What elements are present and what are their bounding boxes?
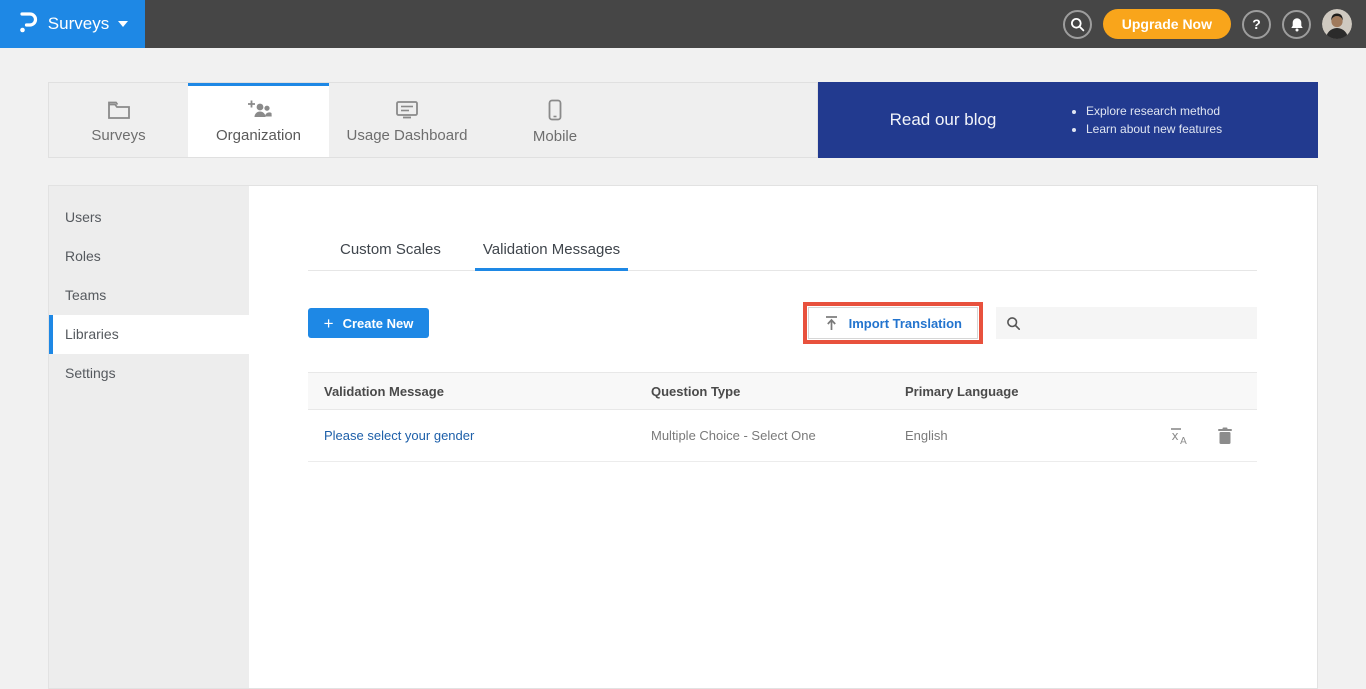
- sidebar-item-settings[interactable]: Settings: [49, 354, 249, 393]
- nav-tab-label: Surveys: [91, 127, 145, 144]
- search-icon: [1006, 316, 1021, 331]
- search-button[interactable]: [1063, 10, 1092, 39]
- column-header-question-type: Question Type: [651, 384, 905, 399]
- plus-icon: +: [324, 315, 334, 332]
- blog-promo-banner[interactable]: Read our blog Explore research method Le…: [818, 82, 1318, 158]
- tab-validation-messages[interactable]: Validation Messages: [475, 232, 628, 271]
- mobile-icon: [548, 99, 562, 121]
- svg-text:x: x: [1172, 429, 1179, 443]
- sidebar-item-teams[interactable]: Teams: [49, 276, 249, 315]
- search-input[interactable]: [1027, 307, 1257, 339]
- row-actions: x A: [1150, 426, 1257, 446]
- top-nav: Surveys Organization Usage Dashboard Mob…: [48, 82, 818, 158]
- product-label: Surveys: [48, 14, 109, 34]
- app-header: Surveys Upgrade Now ?: [0, 0, 1366, 48]
- promo-title: Read our blog: [818, 110, 1068, 130]
- folder-icon: [107, 100, 131, 120]
- brand-logo-icon: [17, 10, 39, 39]
- notifications-button[interactable]: [1282, 10, 1311, 39]
- libraries-main: Custom Scales Validation Messages + Crea…: [249, 186, 1317, 688]
- nav-tab-organization[interactable]: Organization: [188, 83, 329, 157]
- sidebar-item-roles[interactable]: Roles: [49, 237, 249, 276]
- tab-custom-scales[interactable]: Custom Scales: [332, 232, 449, 271]
- help-button[interactable]: ?: [1242, 10, 1271, 39]
- org-sidebar: Users Roles Teams Libraries Settings: [49, 186, 249, 688]
- table-search: [996, 307, 1257, 339]
- chevron-down-icon: [118, 21, 128, 27]
- import-translation-button[interactable]: Import Translation: [808, 307, 978, 339]
- translate-button[interactable]: x A: [1169, 426, 1191, 446]
- promo-bullet-list: Explore research method Learn about new …: [1068, 100, 1222, 140]
- column-header-primary-language: Primary Language: [905, 384, 1150, 399]
- upload-icon: [824, 315, 839, 331]
- column-header-validation-message: Validation Message: [308, 384, 651, 399]
- nav-tab-label: Mobile: [533, 128, 577, 145]
- table-header-row: Validation Message Question Type Primary…: [308, 372, 1257, 410]
- dashboard-icon: [395, 100, 419, 120]
- promo-bullet: Explore research method: [1086, 104, 1222, 118]
- organization-panel: Users Roles Teams Libraries Settings Cus…: [48, 185, 1318, 689]
- search-icon: [1070, 17, 1085, 32]
- nav-tab-label: Organization: [216, 127, 301, 144]
- nav-tab-mobile[interactable]: Mobile: [485, 83, 625, 157]
- question-type-cell: Multiple Choice - Select One: [651, 428, 905, 443]
- libraries-tabs: Custom Scales Validation Messages: [308, 232, 1257, 271]
- table-row: Please select your gender Multiple Choic…: [308, 410, 1257, 462]
- sidebar-item-libraries[interactable]: Libraries: [49, 315, 249, 354]
- delete-button[interactable]: [1217, 427, 1233, 445]
- import-translation-label: Import Translation: [849, 316, 962, 331]
- sidebar-item-users[interactable]: Users: [49, 198, 249, 237]
- validation-messages-table: Validation Message Question Type Primary…: [308, 372, 1257, 462]
- svg-text:A: A: [1180, 436, 1187, 446]
- translate-icon: x A: [1169, 426, 1191, 446]
- nav-tab-label: Usage Dashboard: [347, 127, 468, 144]
- nav-tab-surveys[interactable]: Surveys: [49, 83, 188, 157]
- upgrade-now-button[interactable]: Upgrade Now: [1103, 9, 1231, 39]
- validation-message-link[interactable]: Please select your gender: [324, 428, 474, 443]
- nav-tab-usage-dashboard[interactable]: Usage Dashboard: [329, 83, 485, 157]
- primary-language-cell: English: [905, 428, 1150, 443]
- product-switcher[interactable]: Surveys: [0, 0, 145, 48]
- promo-bullet: Learn about new features: [1086, 122, 1222, 136]
- user-avatar[interactable]: [1322, 9, 1352, 39]
- question-mark-icon: ?: [1252, 16, 1261, 32]
- bell-icon: [1290, 17, 1304, 32]
- delete-icon: [1217, 427, 1233, 445]
- header-actions: Upgrade Now ?: [1063, 0, 1352, 48]
- create-new-label: Create New: [343, 316, 414, 331]
- create-new-button[interactable]: + Create New: [308, 308, 429, 338]
- add-users-icon: [245, 100, 272, 120]
- toolbar: + Create New Import Translation: [308, 302, 1257, 344]
- annotation-highlight-box: Import Translation: [803, 302, 983, 344]
